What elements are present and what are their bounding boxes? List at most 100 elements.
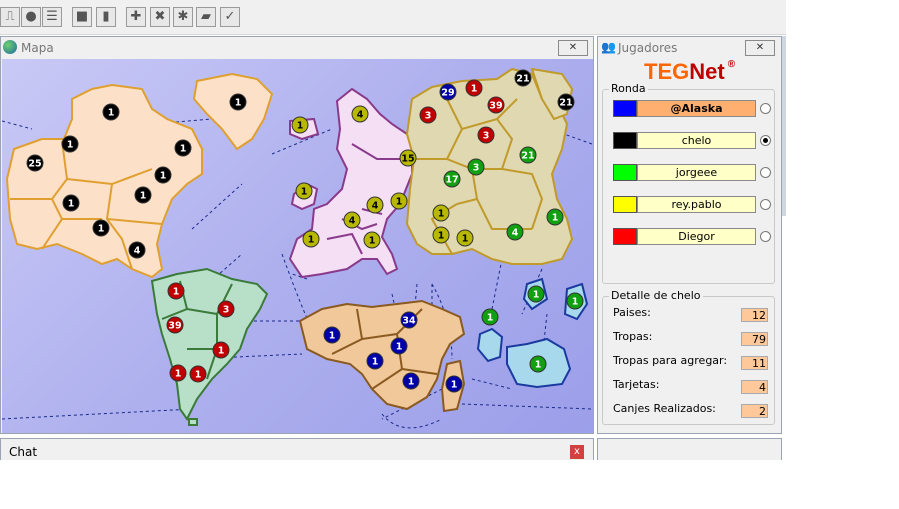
player-select-radio[interactable] xyxy=(760,103,771,114)
army-marker[interactable]: 15 xyxy=(399,149,417,167)
player-select-radio[interactable] xyxy=(760,167,771,178)
army-marker[interactable]: 1 xyxy=(546,208,564,226)
army-marker[interactable]: 1 xyxy=(102,103,120,121)
players-titlebar: 👥 Jugadores ✕ xyxy=(598,37,781,59)
army-marker[interactable]: 3 xyxy=(419,106,437,124)
army-count: 1 xyxy=(396,342,403,353)
players-title: Jugadores xyxy=(618,41,678,55)
players-close-button[interactable]: ✕ xyxy=(745,40,775,56)
army-count: 4 xyxy=(357,110,364,121)
player-color-swatch xyxy=(613,132,637,149)
army-count: 17 xyxy=(445,175,458,186)
remove-icon[interactable]: ✖ xyxy=(150,7,170,27)
army-marker[interactable]: 1 xyxy=(481,308,499,326)
army-marker[interactable]: 1 xyxy=(390,337,408,355)
army-count: 1 xyxy=(535,360,542,371)
player-name: rey.pablo xyxy=(637,196,756,213)
player-select-radio[interactable] xyxy=(760,135,771,146)
army-marker[interactable]: 3 xyxy=(217,300,235,318)
army-count: 4 xyxy=(349,216,356,227)
army-marker[interactable]: 1 xyxy=(167,282,185,300)
logo-teg: TEG xyxy=(644,59,690,84)
army-marker[interactable]: 29 xyxy=(439,83,457,101)
army-marker[interactable]: 1 xyxy=(366,352,384,370)
army-count: 25 xyxy=(28,159,41,170)
army-marker[interactable]: 1 xyxy=(566,292,584,310)
army-marker[interactable]: 1 xyxy=(291,116,309,134)
army-count: 1 xyxy=(218,346,225,357)
army-count: 4 xyxy=(372,201,379,212)
army-count: 1 xyxy=(297,121,304,132)
army-marker[interactable]: 1 xyxy=(465,79,483,97)
stat-label: Tropas para agregar: xyxy=(613,354,728,367)
army-marker[interactable]: 1 xyxy=(62,194,80,212)
connect-icon[interactable]: ⎍ xyxy=(0,7,20,27)
army-count: 39 xyxy=(489,101,502,112)
army-marker[interactable]: 1 xyxy=(229,93,247,111)
army-count: 1 xyxy=(160,171,167,182)
army-marker[interactable]: 25 xyxy=(26,154,44,172)
stat-value: 4 xyxy=(741,380,768,394)
army-marker[interactable]: 1 xyxy=(134,186,152,204)
army-marker[interactable]: 1 xyxy=(61,135,79,153)
add-icon[interactable]: ✚ xyxy=(126,7,146,27)
army-marker[interactable]: 1 xyxy=(174,139,192,157)
army-count: 1 xyxy=(195,370,202,381)
player-select-radio[interactable] xyxy=(760,199,771,210)
disconnect-icon[interactable]: ● xyxy=(21,7,41,27)
army-marker[interactable]: 34 xyxy=(400,311,418,329)
army-marker[interactable]: 1 xyxy=(527,285,545,303)
army-marker[interactable]: 1 xyxy=(432,226,450,244)
army-count: 1 xyxy=(369,236,376,247)
army-marker[interactable]: 21 xyxy=(519,146,537,164)
army-count: 29 xyxy=(441,88,454,99)
army-marker[interactable]: 4 xyxy=(351,105,369,123)
map-svg: 1 1 25 1 1 1 1 1 1 4 1 3 39 1 1 1 1 4 15 1 4 1 4 1 1 1 1 1 29 1 21 39 3 2… xyxy=(2,67,593,429)
map-close-button[interactable]: ✕ xyxy=(558,40,588,56)
army-marker[interactable]: 39 xyxy=(166,316,184,334)
army-marker[interactable]: 1 xyxy=(169,364,187,382)
detail-label: Detalle de chelo xyxy=(609,289,703,302)
army-marker[interactable]: 1 xyxy=(445,375,463,393)
army-marker[interactable]: 4 xyxy=(366,196,384,214)
army-marker[interactable]: 1 xyxy=(302,230,320,248)
army-count: 1 xyxy=(301,187,308,198)
stat-value: 11 xyxy=(741,356,768,370)
army-marker[interactable]: 21 xyxy=(557,93,575,111)
army-marker[interactable]: 3 xyxy=(477,126,495,144)
army-marker[interactable]: 39 xyxy=(487,96,505,114)
army-marker[interactable]: 1 xyxy=(390,192,408,210)
player-select-radio[interactable] xyxy=(760,231,771,242)
army-marker[interactable]: 1 xyxy=(456,229,474,247)
army-marker[interactable]: 1 xyxy=(363,231,381,249)
army-marker[interactable]: 17 xyxy=(443,170,461,188)
world-map[interactable]: 1 1 25 1 1 1 1 1 1 4 1 3 39 1 1 1 1 4 15 1 4 1 4 1 1 1 1 1 29 1 21 39 3 2… xyxy=(2,59,593,433)
army-marker[interactable]: 1 xyxy=(212,341,230,359)
chat-close-button[interactable]: x xyxy=(570,445,584,459)
army-marker[interactable]: 1 xyxy=(295,182,313,200)
army-marker[interactable]: 1 xyxy=(154,166,172,184)
list-icon[interactable]: ☰ xyxy=(42,7,62,27)
army-count: 3 xyxy=(473,163,480,174)
army-marker[interactable]: 1 xyxy=(402,372,420,390)
stop-icon[interactable]: ■ xyxy=(72,7,92,27)
army-count: 3 xyxy=(483,131,490,142)
army-count: 1 xyxy=(438,209,445,220)
check-icon[interactable]: ✓ xyxy=(220,7,240,27)
army-marker[interactable]: 4 xyxy=(128,241,146,259)
army-marker[interactable]: 1 xyxy=(323,326,341,344)
army-marker[interactable]: 1 xyxy=(432,204,450,222)
pause-icon[interactable]: ▮ xyxy=(96,7,116,27)
army-marker[interactable]: 1 xyxy=(189,365,207,383)
army-marker[interactable]: 3 xyxy=(467,158,485,176)
chat-title: Chat xyxy=(9,445,38,459)
army-marker[interactable]: 21 xyxy=(514,69,532,87)
settings-icon[interactable]: ✱ xyxy=(173,7,193,27)
army-count: 21 xyxy=(521,151,534,162)
army-marker[interactable]: 4 xyxy=(506,223,524,241)
army-marker[interactable]: 1 xyxy=(92,219,110,237)
cards-icon[interactable]: ▰ xyxy=(196,7,216,27)
player-color-swatch xyxy=(613,228,637,245)
army-marker[interactable]: 4 xyxy=(343,211,361,229)
army-marker[interactable]: 1 xyxy=(529,355,547,373)
